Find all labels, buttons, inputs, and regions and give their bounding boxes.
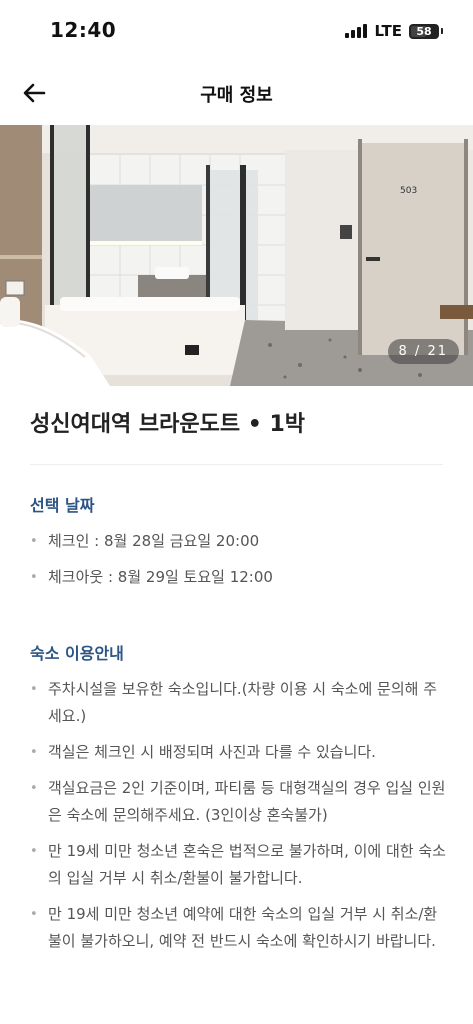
header: 구매 정보 xyxy=(0,62,473,124)
divider xyxy=(30,464,443,465)
page-title: 구매 정보 xyxy=(200,85,273,106)
battery-level: 58 xyxy=(416,24,432,38)
room-photo[interactable]: 503 8 / 21 xyxy=(0,125,473,386)
status-indicators: LTE 58 xyxy=(345,22,443,40)
network-type: LTE xyxy=(374,22,402,40)
info-section-title: 숙소 이용안내 xyxy=(30,644,124,663)
list-item: 주차시설을 보유한 숙소입니다.(차량 이용 시 숙소에 문의해 주세요.) xyxy=(30,676,447,730)
list-item: 객실은 체크인 시 배정되며 사진과 다를 수 있습니다. xyxy=(30,739,447,766)
battery-tip xyxy=(441,28,443,34)
checkout-date: 체크아웃 : 8월 29일 토요일 12:00 xyxy=(30,564,447,591)
dates-section-title: 선택 날짜 xyxy=(30,496,95,515)
info-list: 주차시설을 보유한 숙소입니다.(차량 이용 시 숙소에 문의해 주세요.) 객… xyxy=(30,676,447,964)
status-time: 12:40 xyxy=(50,18,117,42)
status-bar: 12:40 LTE 58 xyxy=(0,0,473,62)
product-title: 성신여대역 브라운도트 • 1박 xyxy=(30,412,305,437)
signal-icon xyxy=(345,24,368,38)
list-item: 만 19세 미만 청소년 혼숙은 법적으로 불가하며, 이에 대한 숙소의 입실… xyxy=(30,838,447,892)
battery-icon: 58 xyxy=(409,23,439,39)
photo-counter: 8 / 21 xyxy=(387,339,459,364)
list-item: 객실요금은 2인 기준이며, 파티룸 등 대형객실의 경우 입실 인원은 숙소에… xyxy=(30,775,447,829)
checkin-date: 체크인 : 8월 28일 금요일 20:00 xyxy=(30,528,447,555)
dates-list: 체크인 : 8월 28일 금요일 20:00 체크아웃 : 8월 29일 토요일… xyxy=(30,528,447,600)
list-item: 만 19세 미만 청소년 예약에 대한 숙소의 입실 거부 시 취소/환불이 불… xyxy=(30,901,447,955)
door-number: 503 xyxy=(400,186,417,196)
